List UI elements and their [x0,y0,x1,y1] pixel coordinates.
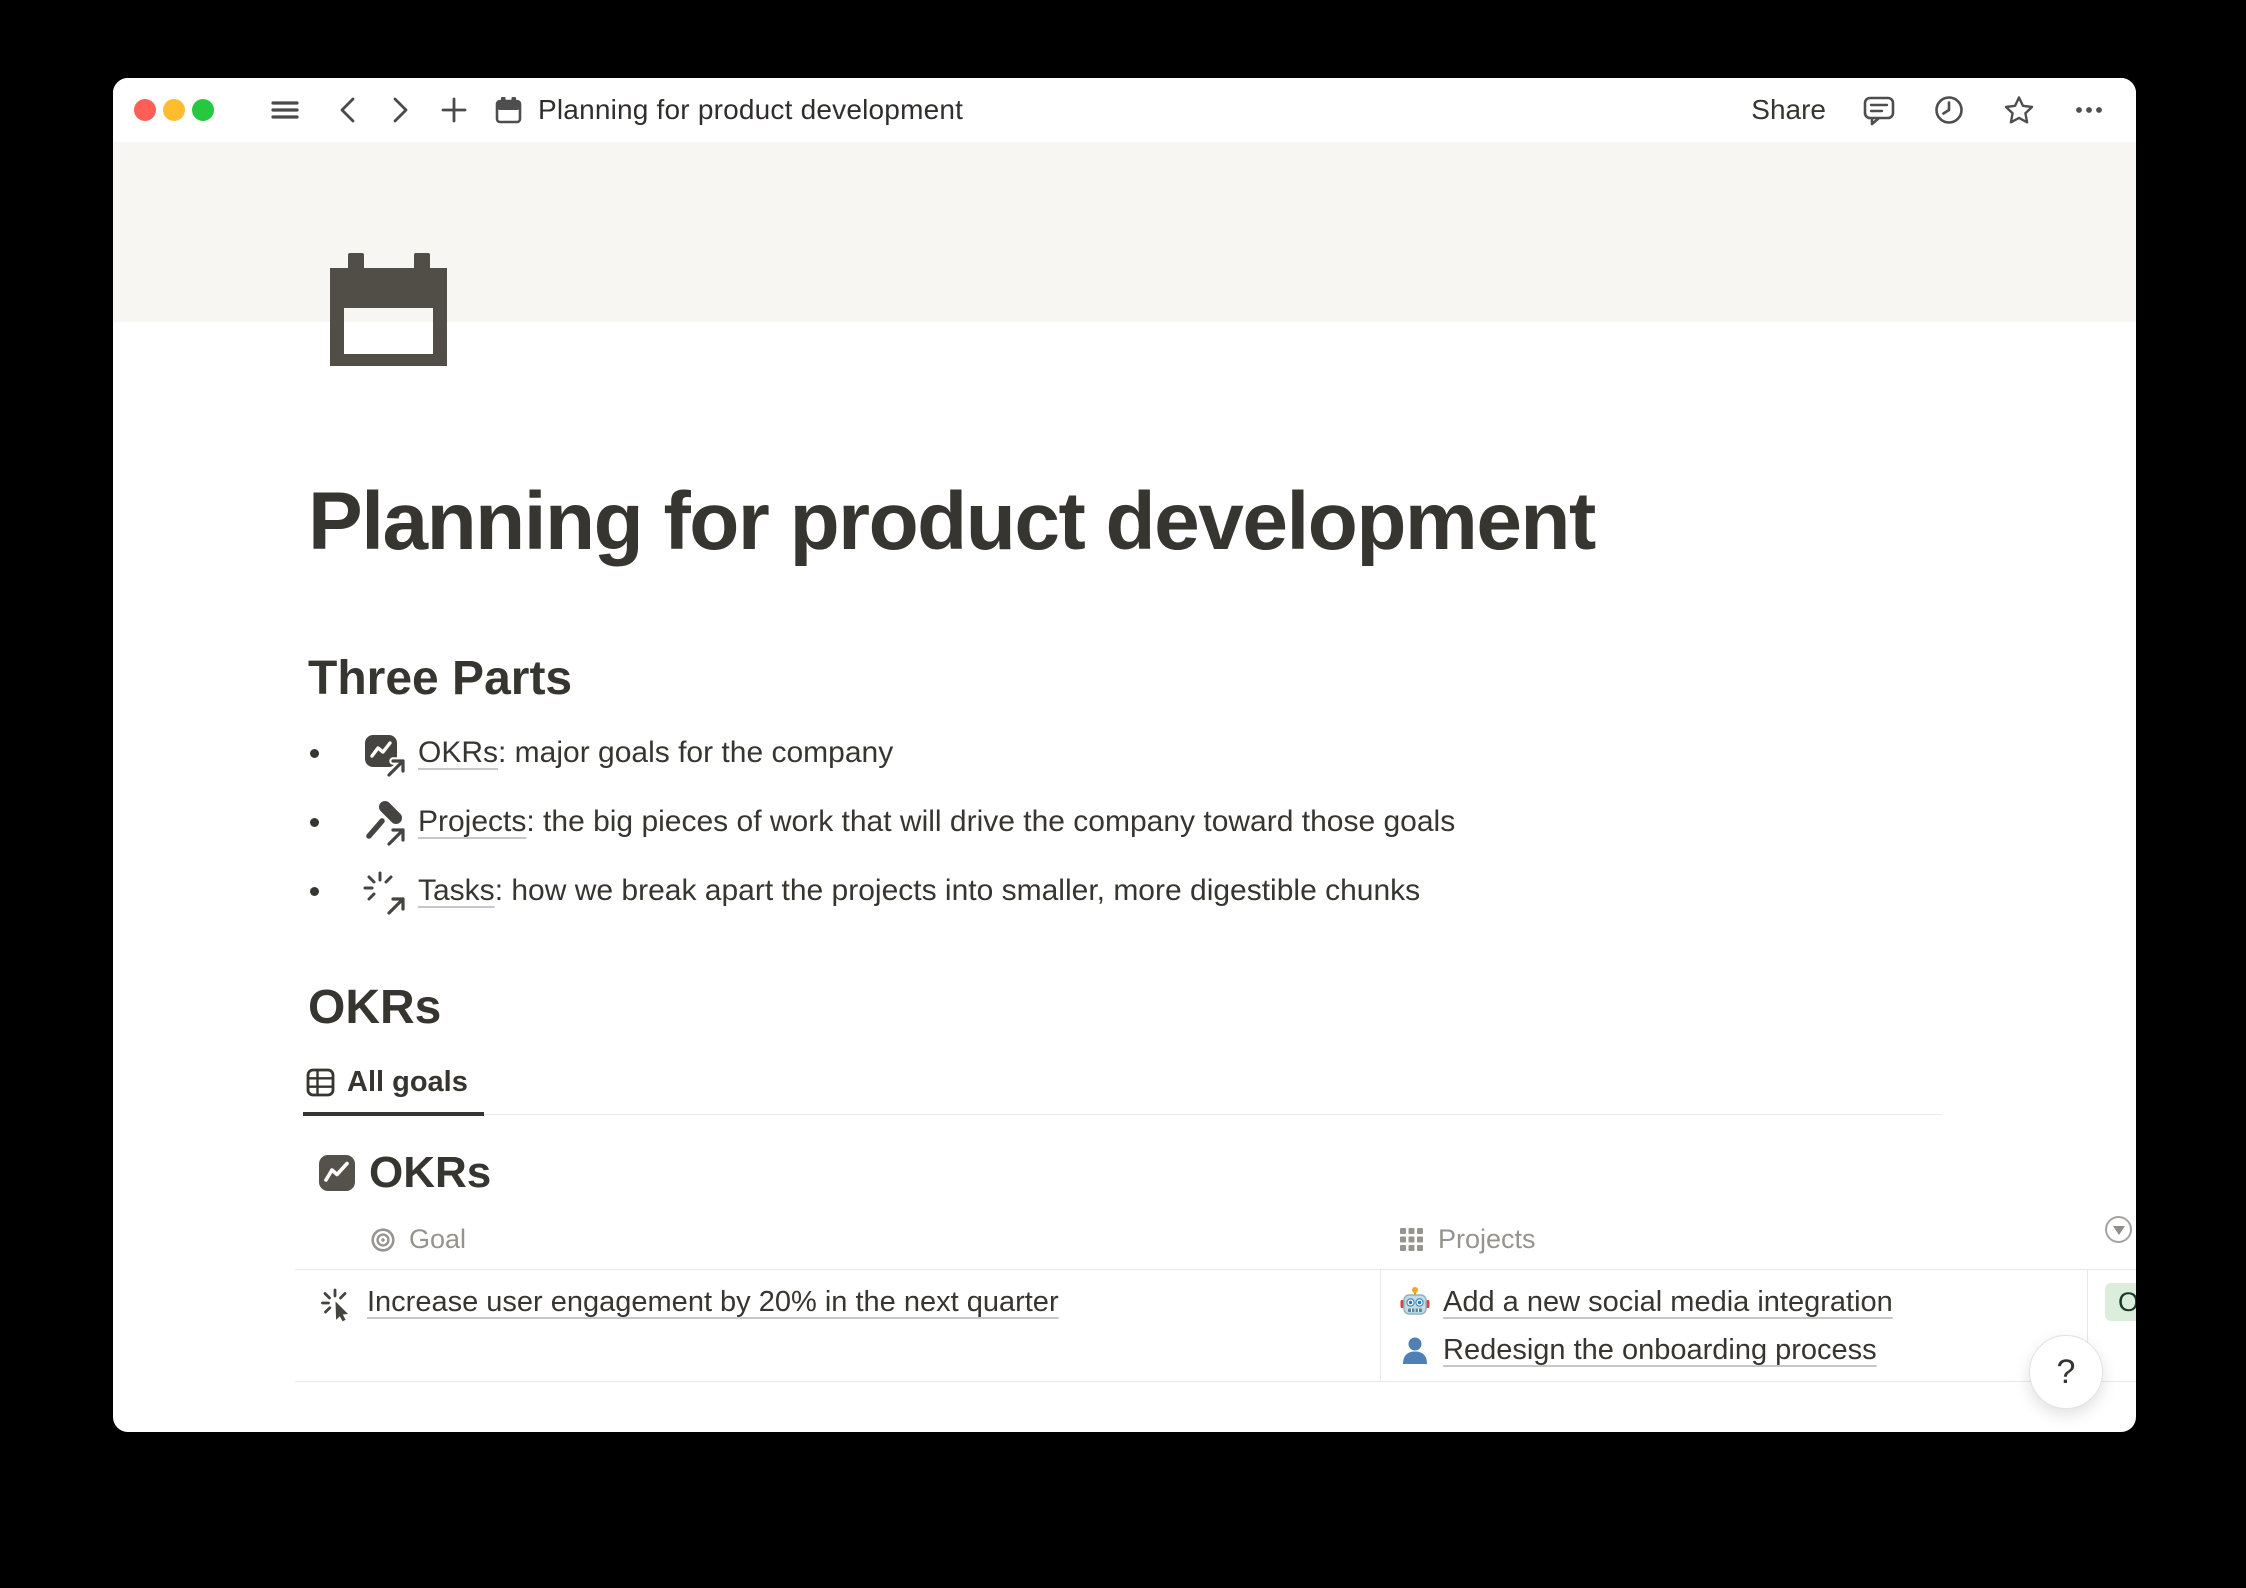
share-button[interactable]: Share [1751,94,1826,126]
goal-page-link[interactable]: Increase user engagement by 20% in the n… [367,1286,1059,1319]
more-options-icon[interactable] [2072,93,2106,127]
bullet-text: Tasks: how we break apart the projects i… [418,874,1420,908]
three-parts-list: OKRs: major goals for the company Projec… [308,719,2136,926]
tab-all-goals[interactable]: All goals [303,1066,484,1116]
goal-cell: Increase user engagement by 20% in the n… [295,1270,1380,1381]
okrs-collection: OKRs Goal Projects Increas [295,1148,2136,1382]
page-title[interactable]: Planning for product development [308,478,2136,567]
target-icon [370,1227,396,1253]
table-header-row: Goal Projects [295,1210,2136,1270]
app-window: Planning for product development Share P… [113,78,2136,1432]
column-header-projects[interactable]: Projects [1380,1224,2087,1255]
chart-zigzag-link-icon [362,732,408,778]
spark-link-icon [362,870,408,916]
list-item: Projects: the big pieces of work that wi… [308,788,2136,857]
person-emoji [1399,1334,1431,1366]
tab-label: All goals [347,1066,468,1099]
new-tab-icon[interactable] [439,95,469,125]
view-tabbar: All goals [303,1066,1942,1116]
collection-title[interactable]: OKRs [369,1148,491,1198]
bullet-dot [310,887,319,896]
window-title[interactable]: Planning for product development [538,94,963,126]
comments-icon[interactable] [1862,93,1896,127]
robot-emoji [1399,1286,1431,1318]
projects-page-link[interactable]: Projects [418,805,526,838]
collection-title-row: OKRs [295,1148,2136,1198]
project-item: Add a new social media integration [1381,1278,2087,1326]
tab-calendar-icon [493,95,524,126]
forward-icon[interactable] [387,95,413,125]
page-calendar-icon[interactable] [330,253,447,366]
grid-icon [1398,1226,1425,1253]
spark-click-icon [321,1288,357,1324]
three-parts-heading: Three Parts [308,651,2136,707]
list-item: OKRs: major goals for the company [308,719,2136,788]
collapse-toggle-icon[interactable] [2105,1216,2132,1243]
okrs-heading: OKRs [308,980,2136,1036]
bullet-dot [310,818,319,827]
help-button[interactable]: ? [2029,1335,2103,1409]
bullet-rest: : the big pieces of work that will drive… [526,805,1455,838]
titlebar: Planning for product development Share [113,78,2136,142]
bullet-dot [310,749,319,758]
bullet-rest: : major goals for the company [498,736,893,769]
bullet-text: OKRs: major goals for the company [418,736,893,770]
table-row: Increase user engagement by 20% in the n… [295,1270,2136,1382]
back-icon[interactable] [335,95,361,125]
table-icon [305,1067,336,1098]
zoom-window-button[interactable] [192,99,214,121]
project-page-link[interactable]: Redesign the onboarding process [1443,1334,1877,1367]
sidebar-menu-icon[interactable] [269,94,301,126]
minimize-window-button[interactable] [163,99,185,121]
column-header-goal[interactable]: Goal [295,1224,1380,1255]
column-header-label: Projects [1438,1224,1536,1255]
projects-cell: Add a new social media integration Redes… [1380,1270,2087,1381]
bullet-rest: : how we break apart the projects into s… [495,874,1420,907]
status-badge[interactable]: O [2105,1283,2136,1321]
bullet-text: Projects: the big pieces of work that wi… [418,805,1455,839]
list-item: Tasks: how we break apart the projects i… [308,857,2136,926]
project-page-link[interactable]: Add a new social media integration [1443,1286,1893,1319]
tasks-page-link[interactable]: Tasks [418,874,495,907]
hammer-link-icon [362,801,408,847]
column-header-label: Goal [409,1224,466,1255]
okrs-page-link[interactable]: OKRs [418,736,498,769]
project-item: Redesign the onboarding process [1381,1326,2087,1374]
history-clock-icon[interactable] [1932,93,1966,127]
favorite-star-icon[interactable] [2002,93,2036,127]
chart-zigzag-icon [318,1154,356,1192]
close-window-button[interactable] [134,99,156,121]
